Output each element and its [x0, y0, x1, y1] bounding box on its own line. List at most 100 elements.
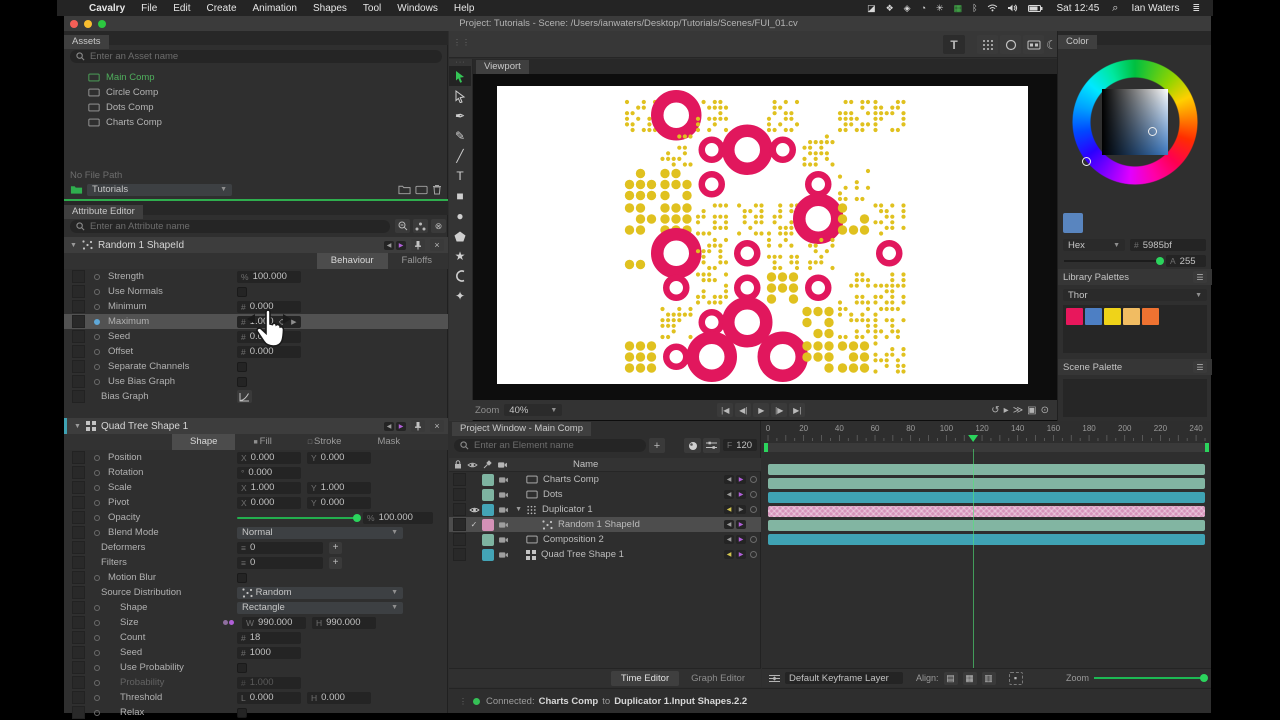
asset-search-input[interactable]: Enter an Asset name — [70, 50, 442, 63]
input-connector[interactable]: ◀ — [724, 520, 734, 529]
connect-circle[interactable] — [94, 650, 100, 656]
keyframe-cell[interactable] — [72, 270, 85, 283]
eye-icon[interactable] — [467, 461, 478, 469]
checkbox[interactable] — [237, 287, 247, 297]
connect-circle[interactable] — [94, 274, 100, 280]
attr-row-use-bias-graph[interactable]: Use Bias Graph — [64, 374, 448, 389]
pin-button[interactable] — [411, 239, 425, 251]
sparkle-tool[interactable]: ✦ — [449, 286, 471, 306]
hue-selector[interactable] — [1082, 157, 1091, 166]
playhead-line[interactable] — [973, 449, 974, 674]
text-tool[interactable]: T — [449, 166, 471, 186]
attr-row-opacity[interactable]: Opacity%100.000 — [64, 510, 448, 525]
menu-user[interactable]: Ian Waters — [1123, 3, 1187, 14]
bias-graph-button[interactable] — [237, 390, 252, 403]
close-section-button[interactable]: × — [430, 420, 444, 432]
camera-icon[interactable] — [497, 461, 508, 469]
menu-item-help[interactable]: Help — [446, 3, 483, 14]
input-connector[interactable]: ◀ — [724, 505, 734, 514]
value-field[interactable]: Y1.000 — [307, 482, 371, 494]
timeline-zoom-knob[interactable] — [1200, 674, 1208, 682]
attr-row-count[interactable]: Count#18 — [64, 630, 448, 645]
keyframe-cell[interactable] — [72, 586, 85, 599]
connect-circle[interactable] — [94, 379, 100, 385]
go-end-button[interactable]: ▶| — [789, 403, 805, 417]
project-row-duplicator-1[interactable]: ▼Duplicator 1◀▶ — [449, 502, 761, 517]
checkbox[interactable] — [237, 663, 247, 673]
output-circle[interactable] — [750, 551, 757, 558]
visibility-cell[interactable]: ✓ — [466, 520, 482, 529]
keyframe-cell[interactable] — [72, 706, 85, 719]
saturation-value-square[interactable] — [1102, 89, 1168, 155]
lock-cell[interactable] — [453, 488, 466, 501]
project-row-composition-2[interactable]: Composition 2◀▶ — [449, 532, 761, 547]
keyframe-cell[interactable] — [72, 541, 85, 554]
lock-cell[interactable] — [453, 533, 466, 546]
output-connector[interactable]: ▶ — [396, 422, 406, 431]
keyframe-cell[interactable] — [72, 526, 85, 539]
direct-select-tool[interactable] — [449, 86, 471, 106]
attr-zoom-search-button[interactable] — [395, 219, 410, 233]
dropdown-shape[interactable]: Rectangle▼ — [237, 602, 403, 614]
wifi-icon[interactable] — [982, 4, 1003, 12]
list-field[interactable]: ≡0 — [237, 557, 323, 569]
lock-cell[interactable] — [453, 548, 466, 561]
value-field[interactable]: °0.000 — [237, 467, 301, 479]
output-connector[interactable]: ▶ — [736, 475, 746, 484]
menu-item-file[interactable]: File — [133, 3, 165, 14]
volume-icon[interactable] — [1003, 4, 1023, 12]
value-field[interactable]: %100.000 — [237, 271, 301, 283]
checkbox[interactable] — [237, 708, 247, 718]
connect-circle[interactable] — [94, 500, 100, 506]
go-start-button[interactable]: |◀ — [717, 403, 733, 417]
keyframe-cell[interactable] — [72, 285, 85, 298]
palette-swatch-1[interactable] — [1085, 308, 1102, 325]
checkbox[interactable] — [237, 377, 247, 387]
keyframe-cell[interactable] — [72, 556, 85, 569]
color-chip[interactable] — [482, 474, 494, 486]
creature-icon[interactable]: ✳ — [931, 3, 949, 14]
attr-row-position[interactable]: PositionX0.000Y0.000 — [64, 450, 448, 465]
section-tab-falloffs[interactable]: Falloffs — [388, 253, 446, 269]
menu-item-cavalry[interactable]: Cavalry — [81, 3, 133, 14]
trash-icon[interactable] — [432, 184, 442, 195]
palette-swatch-3[interactable] — [1123, 308, 1140, 325]
scene-palette-menu-button[interactable]: ☰ — [1193, 361, 1207, 373]
tab-graph-editor[interactable]: Graph Editor — [681, 671, 755, 686]
section-tab-shape[interactable]: Shape — [172, 434, 235, 450]
workspace-grid-button[interactable] — [977, 35, 998, 54]
ellipse-tool[interactable]: ● — [449, 206, 471, 226]
opacity-slider[interactable] — [237, 517, 357, 519]
attr-row-deformers[interactable]: Deformers≡0+ — [64, 540, 448, 555]
current-color-swatch[interactable] — [1063, 213, 1083, 233]
spotlight-icon[interactable]: ⌕ — [1107, 2, 1123, 15]
palette-swatch-4[interactable] — [1142, 308, 1159, 325]
keyframe-cell[interactable] — [72, 360, 85, 373]
add-element-button[interactable]: + — [649, 438, 665, 453]
pencil-tool[interactable]: ✎ — [449, 126, 471, 146]
attr-row-use-normals[interactable]: Use Normals — [64, 284, 448, 299]
dropdown-blend-mode[interactable]: Normal▼ — [237, 527, 403, 539]
frame-box-button[interactable]: ▪ — [1009, 672, 1023, 685]
project-row-random-1-shapeid[interactable]: ✓Random 1 ShapeId◀▶ — [449, 517, 761, 532]
asset-item-main-comp[interactable]: Main Comp — [64, 70, 448, 85]
connect-circle[interactable] — [94, 304, 100, 310]
track-bar-random-1-shapeid[interactable] — [768, 506, 1205, 517]
keyframe-cell[interactable] — [72, 300, 85, 313]
output-circle[interactable] — [750, 506, 757, 513]
section-header-1[interactable]: ▼Quad Tree Shape 1◀▶× — [64, 418, 448, 434]
connect-circle[interactable] — [94, 665, 100, 671]
value-field[interactable]: H0.000 — [307, 692, 371, 704]
connect-circle[interactable] — [94, 364, 100, 370]
polygon-tool[interactable] — [449, 226, 471, 246]
value-field[interactable]: Y0.000 — [307, 452, 371, 464]
attr-row-scale[interactable]: ScaleX1.000Y1.000 — [64, 480, 448, 495]
attr-row-separate-channels[interactable]: Separate Channels — [64, 359, 448, 374]
attr-row-shape[interactable]: ShapeRectangle▼ — [64, 600, 448, 615]
keyframe-cell[interactable] — [72, 481, 85, 494]
connect-circle[interactable] — [94, 455, 100, 461]
keyframe-cell[interactable] — [72, 496, 85, 509]
viewport-zoom-dropdown[interactable]: 40%▼ — [504, 404, 562, 416]
input-connector[interactable]: ◀ — [384, 241, 394, 250]
project-row-dots[interactable]: Dots◀▶ — [449, 487, 761, 502]
